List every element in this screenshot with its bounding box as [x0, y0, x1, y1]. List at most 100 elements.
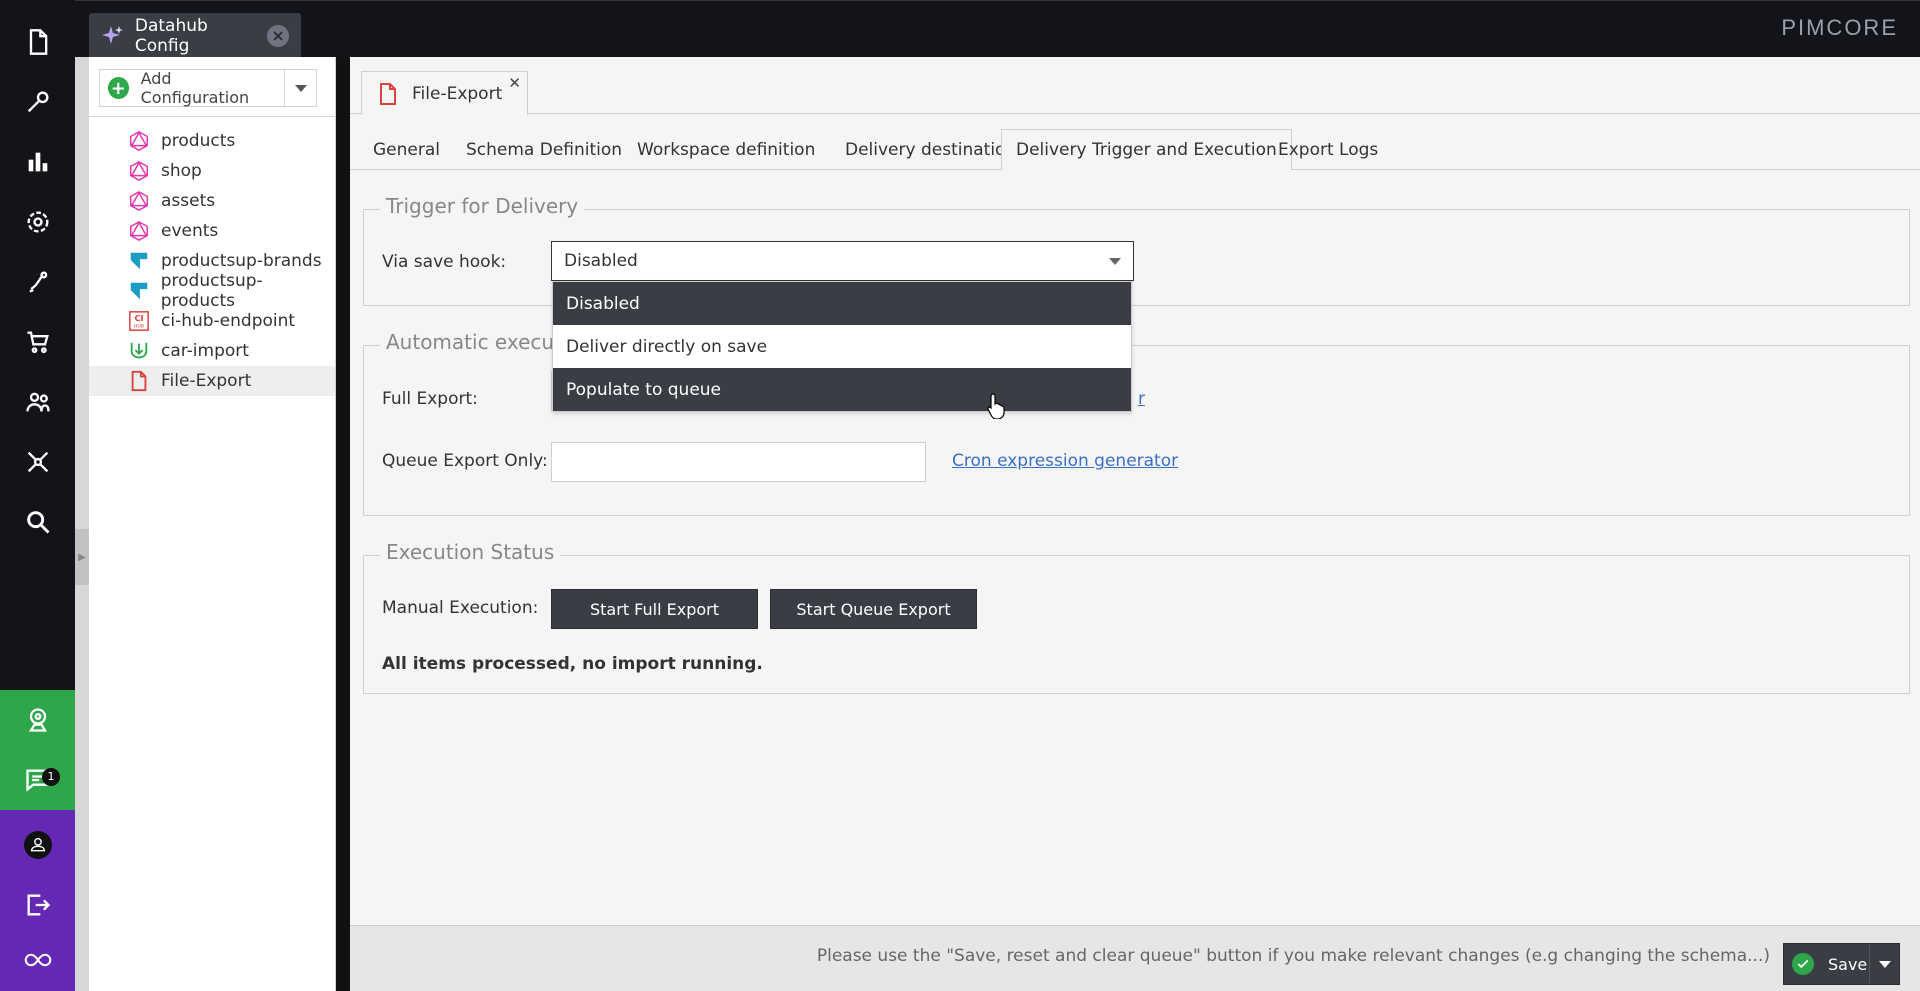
chat-icon[interactable]: 1 — [0, 750, 75, 810]
import-icon — [127, 339, 151, 363]
tree-item-productsup-products[interactable]: productsup-products — [89, 271, 335, 311]
save-hook-label: Via save hook: — [382, 252, 507, 272]
tab-general[interactable]: General — [359, 129, 454, 170]
pimcore-logo: PIMCORE — [1781, 15, 1898, 40]
tree-item-assets[interactable]: assets — [89, 186, 335, 216]
tree-item-label: products — [161, 131, 236, 151]
main-tab-datahub-config[interactable]: Datahub Config × — [89, 13, 301, 58]
plus-icon: + — [108, 77, 129, 99]
tree-item-events[interactable]: events — [89, 216, 335, 246]
config-tree-panel: + Add Configuration products shop assets… — [89, 57, 336, 991]
save-hook-selected-value: Disabled — [564, 251, 638, 271]
checkmark-icon — [1792, 953, 1814, 975]
close-icon[interactable]: ✕ — [508, 74, 521, 92]
option-populate-to-queue[interactable]: Populate to queue — [553, 368, 1131, 411]
tree-item-shop[interactable]: shop — [89, 156, 335, 186]
graphql-icon — [127, 189, 151, 213]
option-deliver-directly-on-save[interactable]: Deliver directly on save — [553, 325, 1131, 368]
save-split-button[interactable]: Save — [1783, 943, 1900, 985]
queue-export-label: Queue Export Only: — [382, 451, 548, 471]
execution-status-text: All items processed, no import running. — [382, 654, 763, 674]
tab-label: Export Logs — [1278, 139, 1379, 160]
tab-workspace-definition[interactable]: Workspace definition — [623, 129, 829, 170]
users-icon[interactable] — [0, 372, 75, 432]
tree-item-products[interactable]: products — [89, 126, 335, 156]
option-label: Populate to queue — [566, 379, 722, 400]
datahub-icon[interactable] — [0, 432, 75, 492]
start-full-export-button[interactable]: Start Full Export — [551, 589, 758, 629]
chart-icon[interactable] — [0, 132, 75, 192]
webcam-icon[interactable] — [0, 690, 75, 750]
document-icon[interactable] — [0, 12, 75, 72]
footer-bar: Please use the "Save, reset and clear qu… — [350, 925, 1920, 991]
graphql-icon — [127, 129, 151, 153]
automatic-legend: Automatic execut — [380, 330, 568, 354]
config-tree-list: products shop assets events productsup-b… — [89, 117, 335, 396]
document-tab-file-export[interactable]: File-Export ✕ — [361, 71, 528, 115]
tab-export-logs[interactable]: Export Logs — [1264, 129, 1392, 170]
rail-purple-section — [0, 810, 75, 991]
tab-label: Delivery destination — [845, 139, 1017, 160]
ci-hub-icon: CI HUB — [127, 309, 151, 333]
tree-item-label: productsup-products — [160, 271, 263, 311]
footer-note: Please use the "Save, reset and clear qu… — [816, 946, 1770, 966]
tools-icon[interactable] — [0, 72, 75, 132]
productsup-icon — [127, 279, 151, 303]
hand-cursor-icon — [987, 393, 1007, 424]
start-queue-export-button[interactable]: Start Queue Export — [770, 589, 977, 629]
trigger-legend: Trigger for Delivery — [380, 194, 585, 218]
save-label: Save — [1828, 954, 1868, 974]
tree-item-file-export[interactable]: File-Export — [89, 366, 335, 396]
top-bar: Datahub Config × PIMCORE — [75, 0, 1920, 58]
panel-collapse-strip[interactable]: ▶ — [75, 57, 89, 991]
rail-green-section: 1 — [0, 690, 75, 810]
notification-badge: 1 — [42, 768, 60, 786]
productsup-icon — [127, 249, 151, 273]
add-configuration-label: Add Configuration — [140, 69, 250, 107]
pimcore-logo-icon[interactable] — [0, 930, 75, 990]
close-icon[interactable]: × — [267, 24, 289, 47]
manual-execution-label: Manual Execution: — [382, 598, 539, 618]
chevron-down-icon[interactable] — [1109, 258, 1121, 265]
button-label: Start Queue Export — [796, 599, 951, 619]
marketing-icon[interactable] — [0, 252, 75, 312]
logout-icon[interactable] — [0, 875, 75, 935]
option-label: Disabled — [566, 293, 640, 314]
save-hook-select[interactable]: Disabled — [551, 241, 1134, 281]
tab-label: Workspace definition — [637, 139, 816, 160]
save-button[interactable]: Save — [1784, 944, 1869, 984]
graphql-icon — [127, 219, 151, 243]
collapse-handle[interactable]: ▶ — [75, 529, 89, 585]
gear-icon[interactable] — [0, 192, 75, 252]
graphql-icon — [127, 159, 151, 183]
svg-text:HUB: HUB — [134, 323, 144, 329]
queue-export-cron-input[interactable] — [551, 442, 926, 482]
execution-status-fieldset: Execution Status Manual Execution: Start… — [363, 540, 1910, 694]
full-export-label: Full Export: — [382, 389, 478, 409]
add-configuration-button[interactable]: + Add Configuration — [100, 69, 284, 107]
tree-toolbar: + Add Configuration — [89, 57, 335, 117]
full-export-cron-generator-link[interactable]: r — [1138, 389, 1145, 409]
tab-delivery-trigger-and-execution[interactable]: Delivery Trigger and Execution — [1001, 129, 1292, 171]
tree-item-label: shop — [161, 161, 202, 181]
file-icon — [127, 369, 151, 393]
cart-icon[interactable] — [0, 312, 75, 372]
tree-item-car-import[interactable]: car-import — [89, 336, 335, 366]
option-disabled[interactable]: Disabled — [553, 282, 1131, 325]
chevron-down-icon[interactable] — [1869, 944, 1899, 984]
sparkle-icon — [101, 25, 123, 44]
tab-label: Delivery Trigger and Execution — [1016, 140, 1277, 160]
queue-export-cron-generator-link[interactable]: Cron expression generator — [952, 451, 1178, 471]
add-configuration-split-button[interactable]: + Add Configuration — [99, 69, 317, 107]
chevron-down-icon[interactable] — [284, 70, 316, 106]
user-profile-icon[interactable] — [0, 815, 75, 875]
tree-item-label: File-Export — [161, 371, 252, 391]
save-hook-dropdown-list: Disabled Deliver directly on save Popula… — [552, 281, 1132, 412]
search-icon[interactable] — [0, 492, 75, 552]
file-icon — [380, 82, 396, 105]
document-tab-strip: File-Export ✕ — [350, 57, 1920, 115]
tab-label: General — [373, 139, 440, 160]
tree-item-label: ci-hub-endpoint — [161, 311, 296, 331]
tab-schema-definition[interactable]: Schema Definition — [452, 129, 636, 170]
tree-item-label: events — [161, 221, 219, 241]
